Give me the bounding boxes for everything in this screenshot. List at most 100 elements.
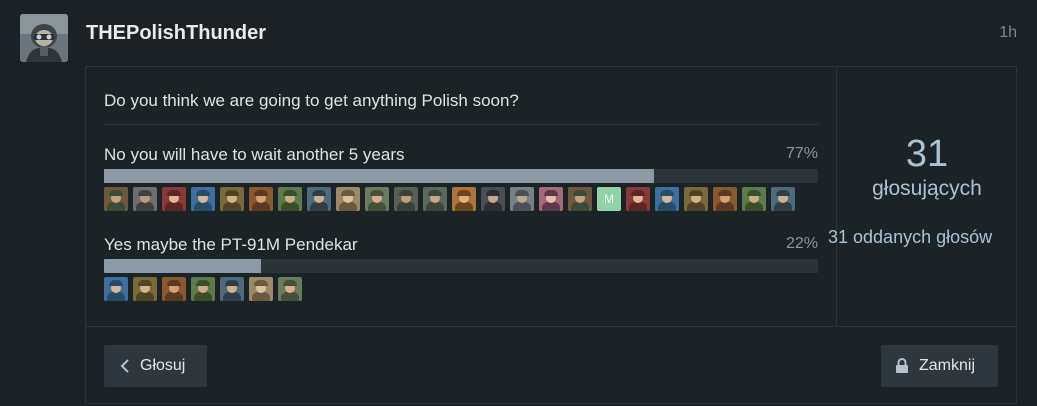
- voter-avatar[interactable]: [162, 277, 186, 301]
- voter-body: [310, 202, 328, 211]
- voter-body: [107, 202, 125, 211]
- voter-helmet: [486, 190, 500, 196]
- voter-avatar[interactable]: [510, 187, 534, 211]
- voter-body: [223, 202, 241, 211]
- lock-icon: [896, 358, 908, 373]
- voter-helmet: [138, 190, 152, 196]
- question-divider: [104, 124, 818, 125]
- voter-body: [165, 202, 183, 211]
- voter-avatar[interactable]: [278, 187, 302, 211]
- voter-avatar[interactable]: [278, 277, 302, 301]
- option-label: Yes maybe the PT-91M Pendekar: [104, 235, 358, 254]
- voter-avatar[interactable]: [104, 277, 128, 301]
- voter-avatar[interactable]: [162, 187, 186, 211]
- voter-body: [281, 202, 299, 211]
- voter-avatar[interactable]: [133, 187, 157, 211]
- option-progress-fill: [104, 259, 262, 273]
- voter-avatar[interactable]: [307, 187, 331, 211]
- voter-avatar[interactable]: [249, 187, 273, 211]
- voter-helmet: [283, 190, 297, 196]
- voter-helmet: [283, 280, 297, 286]
- voter-body: [194, 202, 212, 211]
- voter-avatar[interactable]: [220, 187, 244, 211]
- voter-helmet: [631, 190, 645, 196]
- voter-body: [426, 202, 444, 211]
- post-timestamp[interactable]: 1h: [999, 24, 1017, 42]
- voter-avatar[interactable]: [684, 187, 708, 211]
- voter-body: [136, 292, 154, 301]
- voter-avatar[interactable]: [104, 187, 128, 211]
- voter-body: [455, 202, 473, 211]
- voter-helmet: [167, 190, 181, 196]
- voter-helmet: [544, 190, 558, 196]
- voters-label: głosujących: [872, 177, 982, 200]
- voter-body: [339, 202, 357, 211]
- voter-helmet: [660, 190, 674, 196]
- vote-button[interactable]: Głosuj: [104, 345, 207, 387]
- voter-avatar[interactable]: [771, 187, 795, 211]
- voter-body: [281, 292, 299, 301]
- voters-count: 31: [905, 133, 949, 175]
- voter-avatar[interactable]: [481, 187, 505, 211]
- voter-body: [745, 202, 763, 211]
- voter-avatar[interactable]: [655, 187, 679, 211]
- voter-avatar[interactable]: [394, 187, 418, 211]
- close-poll-button[interactable]: Zamknij: [881, 345, 998, 387]
- voter-body: [774, 202, 792, 211]
- voter-helmet: [341, 190, 355, 196]
- poll-options-area: Do you think we are going to get anythin…: [86, 67, 837, 326]
- close-poll-button-label: Zamknij: [919, 357, 976, 374]
- voter-body: [687, 202, 705, 211]
- chevron-left-icon: [120, 359, 129, 373]
- voter-body: [513, 202, 531, 211]
- voter-avatar[interactable]: [713, 187, 737, 211]
- votes-cast-label: 31 oddanych głosów: [828, 227, 993, 247]
- option-voters: M: [104, 187, 795, 211]
- voter-avatar[interactable]: [249, 277, 273, 301]
- voter-body: [629, 202, 647, 211]
- voter-helmet: [225, 280, 239, 286]
- voter-avatar[interactable]: [568, 187, 592, 211]
- voter-body: [397, 202, 415, 211]
- voter-helmet: [138, 280, 152, 286]
- option-percent: 77%: [785, 145, 818, 162]
- voter-avatar[interactable]: [336, 187, 360, 211]
- voter-helmet: [312, 190, 326, 196]
- voter-avatar[interactable]: [539, 187, 563, 211]
- voter-helmet: [718, 190, 732, 196]
- voter-body: [194, 292, 212, 301]
- option-progress-fill: [104, 169, 654, 183]
- voter-body: [252, 292, 270, 301]
- voter-helmet: [109, 190, 123, 196]
- voter-avatar[interactable]: [365, 187, 389, 211]
- voter-avatar-letter[interactable]: M: [597, 187, 621, 211]
- voter-avatar[interactable]: [452, 187, 476, 211]
- voter-helmet: [747, 190, 761, 196]
- voter-body: [165, 292, 183, 301]
- user-avatar[interactable]: [20, 14, 68, 62]
- voter-body: [542, 202, 560, 211]
- voter-helmet: [109, 280, 123, 286]
- voter-avatar[interactable]: [133, 277, 157, 301]
- voter-avatar[interactable]: [191, 187, 215, 211]
- poll-container: Do you think we are going to get anythin…: [85, 66, 1017, 404]
- voter-helmet: [428, 190, 442, 196]
- username[interactable]: THEPolishThunder: [86, 22, 266, 45]
- voter-avatar[interactable]: [191, 277, 215, 301]
- soldier-avatar-icon: [20, 14, 68, 62]
- voter-body: [368, 202, 386, 211]
- voter-helmet: [167, 280, 181, 286]
- voter-body: [252, 202, 270, 211]
- voter-letter: M: [604, 192, 614, 206]
- option-progress-bar: [104, 169, 818, 183]
- voter-helmet: [457, 190, 471, 196]
- voter-helmet: [515, 190, 529, 196]
- voter-helmet: [196, 280, 210, 286]
- voter-avatar[interactable]: [220, 277, 244, 301]
- voter-avatar[interactable]: [423, 187, 447, 211]
- voter-avatar[interactable]: [626, 187, 650, 211]
- voter-helmet: [399, 190, 413, 196]
- voter-helmet: [776, 190, 790, 196]
- voter-helmet: [689, 190, 703, 196]
- voter-avatar[interactable]: [742, 187, 766, 211]
